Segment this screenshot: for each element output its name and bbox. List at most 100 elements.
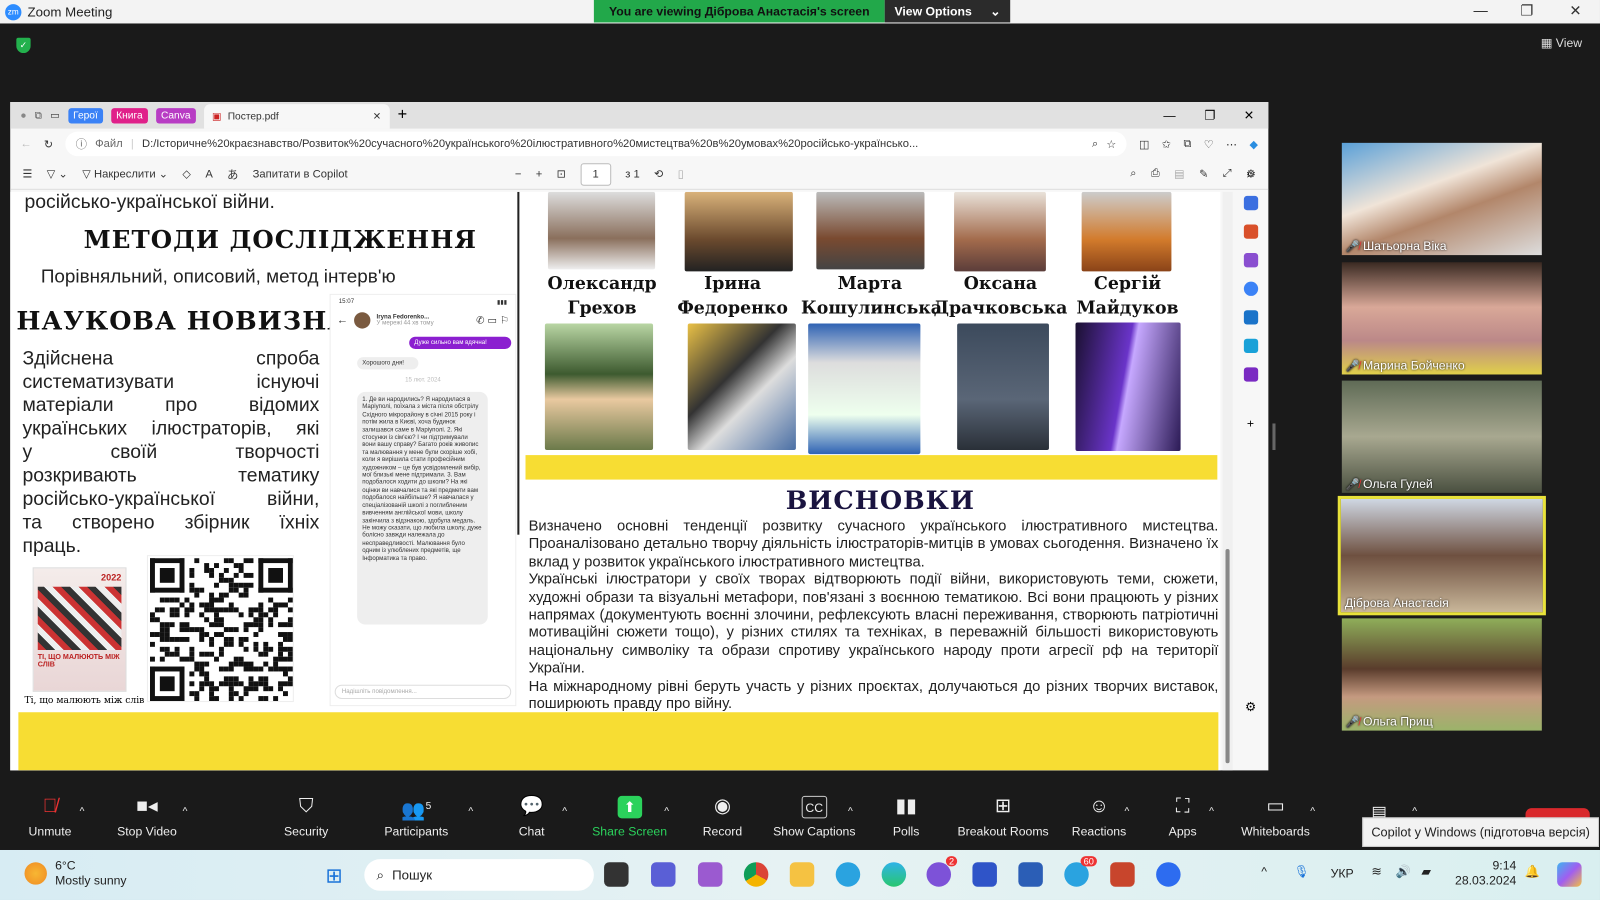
draw-button[interactable]: ▽ Накреслити ⌄: [82, 167, 168, 180]
zoom-taskbar-icon[interactable]: [1156, 862, 1181, 887]
sidebar-settings-icon[interactable]: ⚙: [1245, 700, 1256, 714]
language-indicator[interactable]: УКР: [1331, 866, 1354, 880]
panel-resize-handle[interactable]: [1272, 423, 1276, 450]
sidebar-m365-icon[interactable]: [1243, 281, 1258, 296]
clock[interactable]: 9:14 28.03.2024: [1447, 858, 1516, 889]
captions-caret[interactable]: ^: [848, 806, 853, 817]
share-screen-button[interactable]: ⬆ Share Screen: [592, 795, 667, 839]
fit-page-icon[interactable]: ⊡: [557, 167, 566, 180]
stop-video-button[interactable]: ■◂ Stop Video: [117, 796, 177, 839]
save-icon[interactable]: ▤: [1174, 167, 1185, 180]
snipping-tool-icon[interactable]: [697, 862, 723, 887]
tab-group-heroes[interactable]: Герої: [68, 107, 103, 123]
telegram-icon[interactable]: [835, 862, 861, 887]
browser-close-button[interactable]: ✕: [1244, 108, 1254, 122]
pdf-search-icon[interactable]: ⌕: [1130, 167, 1136, 180]
view-options-button[interactable]: View Options ⌄: [884, 0, 1011, 23]
reactions-caret[interactable]: ^: [1124, 806, 1129, 817]
encryption-shield-icon[interactable]: ✓: [16, 37, 31, 54]
battery-icon[interactable]: ▰: [1421, 864, 1430, 878]
copilot-icon[interactable]: ◆: [1250, 137, 1259, 150]
microphone-icon[interactable]: 🎙: [1294, 864, 1310, 878]
translate-icon[interactable]: あ: [227, 166, 238, 182]
tab-poster-pdf[interactable]: ▣ Постер.pdf ✕: [203, 104, 390, 129]
sidebar-search-icon[interactable]: ⌕: [1247, 166, 1254, 181]
new-tab-button[interactable]: +: [398, 106, 408, 124]
collections-icon[interactable]: ⧉: [1183, 137, 1191, 150]
page-view-icon[interactable]: ▯: [678, 167, 684, 180]
back-icon[interactable]: ←: [20, 138, 31, 150]
extensions-icon[interactable]: ♡: [1204, 137, 1214, 150]
participants-button[interactable]: 👥5 Participants: [384, 796, 448, 838]
split-view-icon[interactable]: ◫: [1139, 137, 1150, 150]
participant-video[interactable]: 🎤̸ Шатьорна Віка: [1341, 142, 1542, 256]
sidebar-add-icon[interactable]: +: [1247, 416, 1254, 430]
favorites-icon[interactable]: ✩: [1162, 137, 1171, 150]
page-number-input[interactable]: 1: [580, 162, 611, 186]
weather-sun-icon[interactable]: [24, 862, 47, 885]
rotate-icon[interactable]: ⟲: [654, 167, 663, 180]
workspaces-icon[interactable]: ⧉: [35, 110, 42, 121]
participant-video[interactable]: 🎤̸ Ольга Прищ: [1341, 618, 1542, 731]
start-button[interactable]: ⊞: [326, 863, 343, 889]
teams-icon[interactable]: [651, 862, 676, 887]
tab-actions-icon[interactable]: ▭: [50, 110, 60, 121]
pdf-scrollbar[interactable]: [1222, 191, 1233, 771]
edge-icon[interactable]: [881, 862, 907, 887]
apps-button[interactable]: ⛶ Apps: [1169, 796, 1197, 839]
sidebar-tag-icon[interactable]: [1243, 195, 1258, 211]
sidebar-tools-icon[interactable]: [1243, 224, 1258, 239]
powerpoint-icon[interactable]: [1110, 862, 1135, 887]
share-caret[interactable]: ^: [664, 806, 669, 817]
polls-button[interactable]: ▮▮ Polls: [893, 796, 920, 839]
word-icon[interactable]: [1018, 862, 1043, 887]
sidebar-people-icon[interactable]: [1243, 253, 1258, 268]
tab-group-canva[interactable]: Canva: [155, 107, 196, 123]
task-view-icon[interactable]: [604, 862, 629, 887]
tab-group-book[interactable]: Книга: [111, 107, 148, 123]
address-bar[interactable]: ⓘ Файл | D:/Історичне%20краєзнавство/Роз…: [65, 131, 1127, 157]
security-button[interactable]: ⛉ Security: [284, 796, 328, 839]
video-options-caret[interactable]: ^: [183, 806, 188, 817]
unmute-button[interactable]: 🎙̸ Unmute: [29, 796, 72, 839]
refresh-icon[interactable]: ↻: [44, 137, 53, 150]
whiteboards-caret[interactable]: ^: [1310, 806, 1315, 817]
wifi-icon[interactable]: ≋: [1371, 864, 1381, 878]
weather-widget[interactable]: 6°C Mostly sunny: [55, 858, 126, 889]
notification-bell-icon[interactable]: 🔔: [1524, 864, 1539, 878]
chat-button[interactable]: 💬 Chat: [519, 796, 545, 839]
notes-caret[interactable]: ^: [1412, 806, 1417, 817]
whiteboards-button[interactable]: ▭ Whiteboards: [1241, 796, 1310, 839]
fullscreen-icon[interactable]: ⤢: [1223, 167, 1232, 180]
read-aloud-icon[interactable]: A: [205, 168, 212, 180]
apps-caret[interactable]: ^: [1209, 806, 1214, 817]
eraser-icon[interactable]: ◇: [182, 167, 191, 180]
chat-caret[interactable]: ^: [562, 806, 567, 817]
zoom-out-icon[interactable]: −: [515, 168, 522, 180]
print-icon[interactable]: ⎙: [1151, 167, 1160, 180]
breakout-rooms-button[interactable]: ⊞ Breakout Rooms: [957, 796, 1048, 839]
reactions-button[interactable]: ☺ Reactions: [1072, 796, 1126, 839]
viber-icon[interactable]: 2: [926, 856, 958, 887]
minimize-button[interactable]: —: [1473, 2, 1487, 18]
browser-minimize-button[interactable]: —: [1163, 108, 1175, 122]
participant-video[interactable]: 🎤̸ Ольга Гулей: [1341, 380, 1542, 493]
view-button[interactable]: ▦ View: [1541, 36, 1582, 50]
taskbar-search[interactable]: ⌕ Пошук: [364, 859, 594, 891]
ask-copilot-button[interactable]: Запитати в Copilot: [253, 168, 348, 180]
participant-video-active-speaker[interactable]: Діброва Анастасія: [1337, 495, 1546, 616]
contents-icon[interactable]: ☰: [22, 167, 32, 180]
zoom-icon[interactable]: ⌕: [1092, 137, 1098, 150]
telegram-desktop-icon[interactable]: 60: [1064, 856, 1097, 887]
profile-icon[interactable]: ●: [20, 110, 26, 121]
close-tab-icon[interactable]: ✕: [373, 111, 382, 122]
sidebar-send-icon[interactable]: [1243, 338, 1258, 354]
favorite-star-icon[interactable]: ☆: [1106, 137, 1116, 150]
audio-options-caret[interactable]: ^: [80, 806, 85, 817]
more-icon[interactable]: ⋯: [1226, 137, 1237, 150]
browser-maximize-button[interactable]: ❐: [1204, 108, 1215, 122]
sidebar-onenote-icon[interactable]: [1243, 367, 1258, 382]
chrome-icon[interactable]: [743, 862, 769, 887]
show-hidden-icons[interactable]: ^: [1261, 864, 1267, 878]
zoom-in-icon[interactable]: +: [536, 168, 543, 180]
